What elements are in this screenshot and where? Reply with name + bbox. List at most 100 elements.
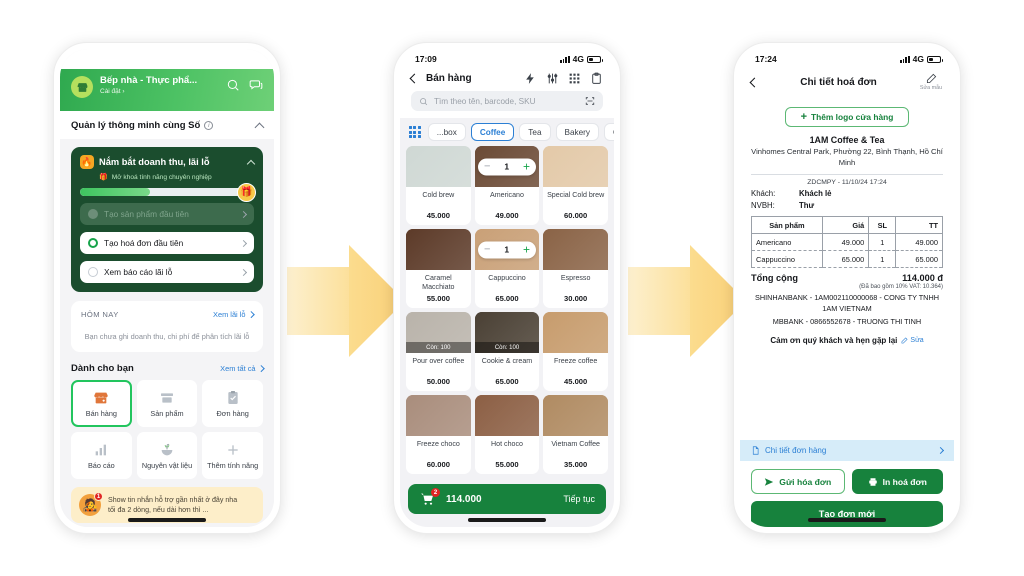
decrement-button[interactable]: −: [484, 244, 490, 255]
grid-icon[interactable]: [409, 126, 421, 138]
view-profit-link[interactable]: Xem lãi lỗ: [213, 310, 254, 319]
keypad-icon[interactable]: [568, 72, 581, 85]
decrement-button[interactable]: −: [484, 161, 490, 172]
product-name: Special Cold brew: [547, 191, 605, 199]
product-card[interactable]: Caramel Macchiato 55.000: [406, 229, 471, 308]
settings-link[interactable]: Cài đặt ›: [100, 87, 219, 96]
chat-icon[interactable]: [249, 78, 263, 92]
screenshot-stage: Bếp nhà - Thực phẩ... Cài đặt › Quản lý …: [0, 0, 1024, 576]
product-price: 50.000: [426, 377, 450, 386]
bank-line-1: SHINHANBANK - 1AM002110000068 - CONG TY …: [755, 293, 939, 313]
search-icon[interactable]: [226, 78, 240, 92]
send-invoice-button[interactable]: Gửi hóa đơn: [751, 469, 845, 494]
product-info: Cappuccino 65.000: [475, 270, 540, 308]
new-order-button[interactable]: Tạo đơn mới: [751, 501, 943, 527]
support-line-1: Show tin nhắn hỗ trợ gần nhất ở đây nha: [108, 496, 238, 504]
table-row: Cappuccino 65.000 1 65.000: [751, 250, 943, 268]
category-tab-tea[interactable]: Tea: [519, 123, 551, 141]
info-icon[interactable]: i: [204, 121, 214, 130]
product-info: Freeze choco 60.000: [406, 436, 471, 474]
product-price: 45.000: [426, 211, 450, 220]
product-name: Hot choco: [491, 440, 523, 448]
add-logo-label: Thêm logo cửa hàng: [811, 112, 894, 122]
product-image: [543, 146, 608, 187]
product-card[interactable]: Còn: 100 Cookie & cream 65.000: [474, 312, 540, 391]
product-price: 45.000: [564, 377, 588, 386]
scan-icon[interactable]: [585, 96, 595, 106]
tile-bao-cao[interactable]: Báo cáo: [71, 432, 132, 479]
chevron-up-icon[interactable]: [246, 159, 256, 168]
print-invoice-button[interactable]: In hoá đơn: [851, 469, 943, 494]
clipboard-check-icon: [225, 389, 241, 406]
product-card[interactable]: Espresso 30.000: [543, 229, 608, 308]
status-bar: 17:09 4G: [400, 49, 614, 69]
status-time: 17:24: [755, 54, 777, 64]
increment-button[interactable]: +: [523, 161, 530, 173]
order-detail-link[interactable]: Chi tiết đơn hàng: [740, 440, 954, 461]
invoice-table: Sản phẩm Giá SL TT Americano 49.000 1 49.00…: [751, 216, 943, 268]
cart-total: 114.000: [446, 493, 482, 505]
category-tab-cookie[interactable]: Cookie: [603, 123, 614, 141]
product-grid: Cold brew 45.000 − 1 + Americano 49.000 Special…: [400, 146, 614, 527]
category-tab-coffee[interactable]: Coffee: [470, 123, 515, 141]
clipboard-icon[interactable]: [590, 72, 603, 85]
battery-icon: [927, 55, 943, 63]
continue-button[interactable]: Tiếp tục: [563, 494, 595, 504]
cart-bar[interactable]: 2 114.000 Tiếp tục: [408, 484, 606, 514]
shop-title-block: Bếp nhà - Thực phẩ... Cài đặt ›: [100, 75, 219, 96]
product-price: 60.000: [564, 211, 588, 220]
today-card: HÔM NAY Xem lãi lỗ Bạn chưa ghi doanh th…: [71, 301, 263, 352]
tile-ban-hang[interactable]: Bán hàng: [71, 380, 132, 427]
chevron-left-icon[interactable]: [749, 77, 760, 87]
product-card[interactable]: Vietnam Coffee 35.000: [543, 395, 608, 474]
product-card[interactable]: Freeze choco 60.000: [406, 395, 471, 474]
chevron-up-icon[interactable]: [254, 122, 265, 132]
flash-icon[interactable]: [524, 72, 537, 85]
divider: [751, 174, 943, 175]
printer-icon: [868, 477, 877, 486]
pencil-icon: [901, 336, 908, 343]
product-card[interactable]: Hot choco 55.000: [474, 395, 540, 474]
tile-don-hang[interactable]: Đơn hàng: [202, 380, 263, 427]
quantity-stepper[interactable]: − 1 +: [477, 241, 536, 258]
promo-step-label: Xem báo cáo lãi lỗ: [104, 267, 173, 277]
product-card[interactable]: − 1 + Cappuccino 65.000: [474, 229, 540, 308]
tile-them-tinh-nang[interactable]: Thêm tính năng: [202, 432, 263, 479]
edit-template-button[interactable]: Sửa mẫu: [919, 73, 943, 91]
product-card[interactable]: − 1 + Americano 49.000: [474, 146, 540, 225]
product-card[interactable]: Còn: 100 Pour over coffee 50.000: [406, 312, 471, 391]
search-area: Tìm theo tên, barcode, SKU: [400, 85, 614, 118]
tile-nguyen-vat-lieu[interactable]: Nguyên vật liệu: [136, 432, 198, 479]
product-price: 60.000: [426, 460, 450, 469]
edit-thanks-button[interactable]: Sửa: [901, 336, 924, 344]
category-tabs: ...box Coffee Tea Bakery Cookie: [400, 118, 614, 146]
product-info: Pour over coffee 50.000: [406, 353, 471, 391]
quantity-stepper[interactable]: − 1 +: [477, 158, 536, 175]
screen-home: Bếp nhà - Thực phẩ... Cài đặt › Quản lý …: [60, 49, 274, 527]
promo-step-1[interactable]: Tạo hoá đơn đầu tiên: [80, 232, 254, 254]
gift-box-icon[interactable]: 🎁: [237, 183, 256, 202]
screen-pos: 17:09 4G Bán hàng Tìm theo tên, barcode,…: [400, 49, 614, 527]
product-card[interactable]: Special Cold brew 60.000: [543, 146, 608, 225]
search-input[interactable]: Tìm theo tên, barcode, SKU: [411, 91, 603, 111]
product-name: Cold brew: [422, 191, 455, 199]
category-tab-bakery[interactable]: Bakery: [555, 123, 599, 141]
product-image: − 1 +: [474, 146, 540, 187]
sliders-icon[interactable]: [546, 72, 559, 85]
navbar-actions: [524, 72, 603, 85]
table-row: Americano 49.000 1 49.000: [751, 233, 943, 251]
chevron-left-icon[interactable]: [409, 73, 420, 84]
add-logo-button[interactable]: + Thêm logo cửa hàng: [785, 107, 909, 127]
chevron-right-icon: [247, 311, 254, 318]
product-card[interactable]: Freeze coffee 45.000: [543, 312, 608, 391]
promo-step-2[interactable]: Xem báo cáo lãi lỗ: [80, 261, 254, 283]
invoice-address: Vinhomes Central Park, Phường 22, Bình T…: [751, 147, 943, 167]
increment-button[interactable]: +: [523, 244, 530, 256]
promo-step-0[interactable]: Tạo sản phẩm đầu tiên: [80, 203, 254, 225]
view-all-link[interactable]: Xem tất cả: [220, 364, 264, 373]
category-tab-0[interactable]: ...box: [427, 123, 466, 141]
product-image: [543, 395, 608, 436]
product-card[interactable]: Cold brew 45.000: [406, 146, 471, 225]
tile-san-pham[interactable]: Sản phẩm: [136, 380, 198, 427]
network-label: 4G: [572, 54, 584, 64]
